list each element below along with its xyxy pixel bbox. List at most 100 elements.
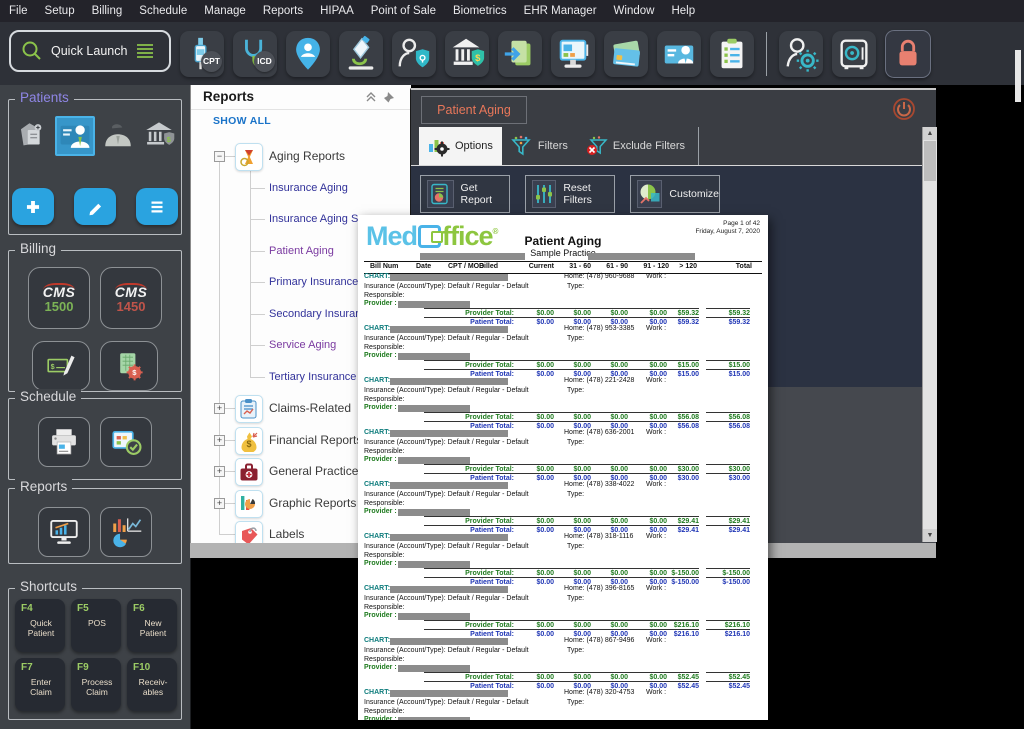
menu-item-window[interactable]: Window — [614, 5, 655, 17]
power-icon[interactable] — [892, 97, 916, 121]
add-patient-button[interactable] — [12, 188, 54, 225]
menu-item-schedule[interactable]: Schedule — [139, 5, 187, 17]
tree-expander-aging-reports[interactable]: − — [214, 151, 225, 162]
type-label: Type: — [567, 595, 584, 602]
menu-item-setup[interactable]: Setup — [45, 5, 75, 17]
tree-item-financial-reports[interactable]: Financial Reports — [269, 433, 362, 447]
vertical-scrollbar[interactable]: ▲ ▼ — [922, 127, 937, 542]
toolbar-lab-button[interactable] — [339, 31, 383, 77]
app-window: File Setup Billing Schedule Manage Reports HIP… — [0, 0, 1024, 729]
tree-expander-general-practice[interactable]: + — [214, 466, 225, 477]
tree-item-claims-related[interactable]: Claims-Related — [269, 401, 351, 415]
toolbar-task-list-button[interactable] — [710, 31, 754, 77]
menu-item-point-of-sale[interactable]: Point of Sale — [371, 5, 436, 17]
scrollbar-thumb[interactable] — [924, 141, 936, 181]
shortcut-f10-button[interactable]: F10Receiv- ables — [127, 658, 177, 711]
claims-transfer-icon — [501, 35, 539, 73]
responsible-label: Responsible: — [364, 656, 404, 663]
guarantor-icon[interactable] — [100, 118, 136, 154]
customize-button[interactable]: Customize — [630, 175, 720, 213]
tree-item-patient-aging[interactable]: Patient Aging — [269, 245, 334, 257]
home-phone: Home: (478) 318-1116 — [564, 533, 633, 540]
tab-options[interactable]: Options — [419, 127, 502, 165]
print-schedule-button[interactable] — [38, 417, 90, 467]
shortcut-f6-button[interactable]: F6New Patient — [127, 599, 177, 652]
toolbar-lock-button[interactable] — [885, 30, 931, 78]
edit-patient-button[interactable] — [74, 188, 116, 225]
menu-item-file[interactable]: File — [9, 5, 28, 17]
toolbar-cpt-codes-button[interactable]: CPT — [180, 31, 224, 77]
graphic-reports-button[interactable] — [100, 507, 152, 557]
tree-item-graphic-reports[interactable]: Graphic Reports — [269, 496, 356, 510]
exclude-filters-icon — [586, 135, 608, 157]
menu-item-biometrics[interactable]: Biometrics — [453, 5, 507, 17]
tab-filters[interactable]: Filters — [502, 127, 577, 165]
tree-item-labels[interactable]: Labels — [269, 527, 304, 541]
home-phone: Home: (478) 221-2428 — [564, 377, 634, 384]
pencil-icon — [84, 196, 106, 218]
toolbar-provider-location-button[interactable] — [286, 31, 330, 77]
customize-icon — [637, 180, 662, 208]
column-header-bill-num: Bill Num — [370, 263, 398, 270]
provider-total-value: $56.08 — [655, 412, 699, 421]
redacted-provider-name — [398, 717, 470, 720]
appointments-button[interactable] — [100, 417, 152, 467]
tree-expander-financial-reports[interactable]: + — [214, 435, 225, 446]
scroll-up-icon[interactable]: ▲ — [923, 127, 937, 140]
report-viewer-button[interactable] — [38, 507, 90, 557]
shortcut-f7-button[interactable]: F7Enter Claim — [15, 658, 65, 711]
insurance-line: Insurance (Account/Type): Default / Regu… — [364, 491, 529, 498]
chart-label: CHART: — [364, 585, 390, 592]
insurance-line: Insurance (Account/Type): Default / Regu… — [364, 595, 529, 602]
toolbar-credit-cards-button[interactable] — [604, 31, 648, 77]
patient-id-card-icon[interactable] — [55, 116, 95, 156]
cms-1500-button[interactable]: CMS 1500 — [28, 267, 90, 329]
tab-exclude-filters[interactable]: Exclude Filters — [577, 127, 694, 165]
shortcuts-section: Shortcuts F4Quick PatientF5POSF6New Pati… — [8, 588, 182, 720]
toolbar-patient-insurance-button[interactable] — [392, 31, 436, 77]
tree-item-aging-reports[interactable]: Aging Reports — [269, 149, 345, 163]
print-checks-button[interactable]: $ — [32, 341, 90, 391]
menu-bar: File Setup Billing Schedule Manage Reports HIP… — [0, 0, 1024, 22]
provider-total-value: $0.00 — [584, 568, 628, 577]
tree-item-general-practice[interactable]: General Practice — [269, 464, 358, 478]
toolbar-pos-terminal-button[interactable] — [551, 31, 595, 77]
shortcut-f5-button[interactable]: F5POS — [71, 599, 121, 652]
cms-1450-button[interactable]: CMS 1450 — [100, 267, 162, 329]
tree-item-insurance-aging[interactable]: Insurance Aging — [269, 182, 348, 194]
tree-item-service-aging[interactable]: Service Aging — [269, 339, 336, 351]
responsible-label: Responsible: — [364, 396, 404, 403]
toolbar-icd-codes-button[interactable]: ICD — [233, 31, 277, 77]
home-phone: Home: (478) 636-2001 — [564, 429, 634, 436]
tree-expander-graphic-reports[interactable]: + — [214, 498, 225, 509]
menu-item-hipaa[interactable]: HIPAA — [320, 5, 354, 17]
menu-item-billing[interactable]: Billing — [92, 5, 123, 17]
menu-item-ehr-manager[interactable]: EHR Manager — [524, 5, 597, 17]
menu-item-help[interactable]: Help — [671, 5, 695, 17]
type-label: Type: — [567, 543, 584, 550]
tree-expander-claims-related[interactable]: + — [214, 403, 225, 414]
toolbar-bank-deposits-button[interactable]: $ — [445, 31, 489, 77]
toolbar-provider-id-card-button[interactable] — [657, 31, 701, 77]
quick-launch-button[interactable]: Quick Launch — [9, 30, 171, 72]
toolbar-vault-button[interactable] — [832, 31, 876, 77]
patient-list-button[interactable] — [136, 188, 178, 225]
get-report-button[interactable]: Get Report — [420, 175, 510, 213]
patient-accounts-icon[interactable]: $ — [141, 118, 177, 154]
responsible-label: Responsible: — [364, 708, 404, 715]
provider-label: Provider : — [364, 404, 397, 411]
menu-item-manage[interactable]: Manage — [204, 5, 246, 17]
shortcut-f4-button[interactable]: F4Quick Patient — [15, 599, 65, 652]
scroll-down-icon[interactable]: ▼ — [923, 529, 937, 542]
reset-filters-button[interactable]: Reset Filters — [525, 175, 615, 213]
charts-icon — [235, 490, 263, 518]
toolbar-user-settings-button[interactable] — [779, 31, 823, 77]
shortcut-f9-button[interactable]: F9Process Claim — [71, 658, 121, 711]
home-phone: Home: (478) 338-4022 — [564, 481, 634, 488]
patient-documents-icon[interactable] — [14, 118, 50, 154]
statements-button[interactable]: $ — [100, 341, 158, 391]
menu-item-reports[interactable]: Reports — [263, 5, 303, 17]
toolbar-claims-transfer-button[interactable] — [498, 31, 542, 77]
insurance-line: Insurance (Account/Type): Default / Regu… — [364, 387, 529, 394]
redacted-patient-name — [390, 638, 508, 645]
